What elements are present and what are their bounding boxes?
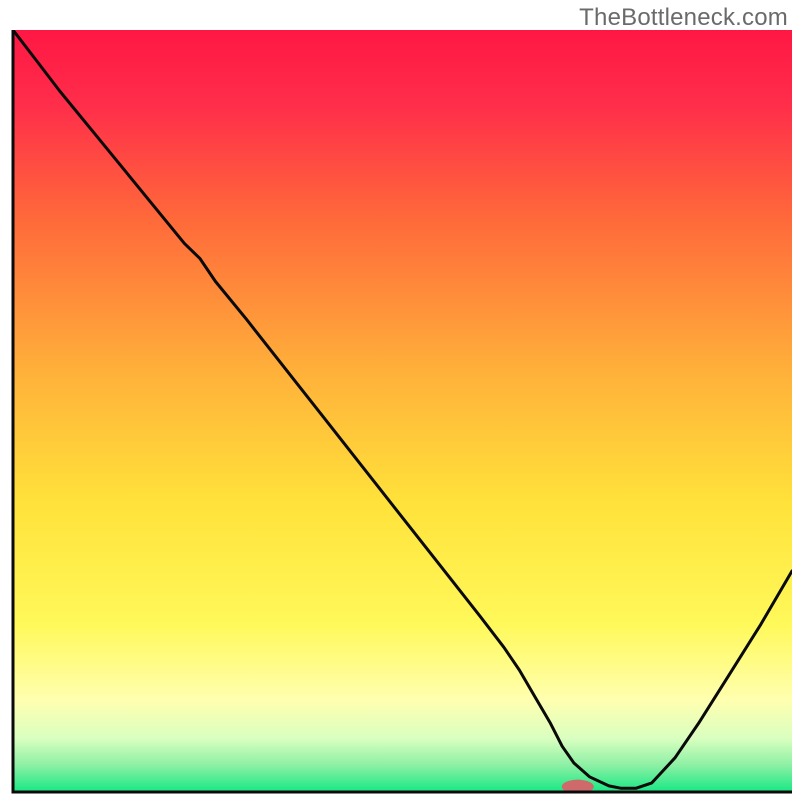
gradient-background [13, 30, 792, 792]
watermark-text: TheBottleneck.com [579, 4, 788, 32]
chart-stage: TheBottleneck.com [0, 0, 800, 800]
bottleneck-chart [0, 0, 800, 800]
